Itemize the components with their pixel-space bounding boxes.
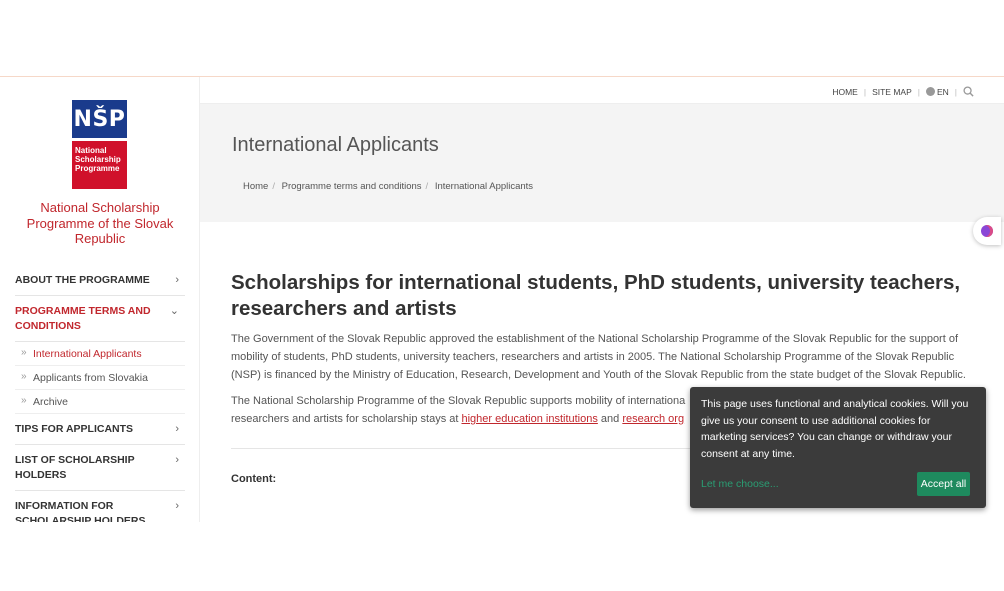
logo-text: National Scholarship Programme (72, 141, 127, 189)
home-link[interactable]: HOME (832, 87, 858, 97)
chevron-right-icon: › (175, 454, 179, 466)
nav-item-terms[interactable]: PROGRAMME TERMS AND CONDITIONS ⌄ (15, 296, 185, 342)
breadcrumb-current: International Applicants (434, 181, 534, 192)
chevron-right-icon: › (175, 423, 179, 435)
globe-icon (925, 86, 935, 96)
accessibility-widget[interactable] (973, 217, 1001, 245)
bullet-icon: » (21, 371, 27, 382)
subnav-archive[interactable]: » Archive (15, 390, 185, 414)
sitemap-link[interactable]: SITE MAP (872, 87, 912, 97)
cookie-banner: This page uses functional and analytical… (690, 387, 986, 508)
subnav-international-applicants[interactable]: » International Applicants (15, 342, 185, 366)
chevron-right-icon: › (175, 274, 179, 286)
top-bar: HOME | SITE MAP | EN | (200, 77, 1004, 104)
cookie-choose-link[interactable]: Let me choose... (701, 478, 779, 490)
bullet-icon: » (21, 347, 27, 358)
accept-all-button[interactable]: Accept all (917, 472, 970, 496)
article-title: Scholarships for international students,… (231, 271, 961, 320)
nav-item-tips[interactable]: TIPS FOR APPLICANTS › (15, 414, 185, 445)
nav-item-list[interactable]: LIST OF SCHOLARSHIP HOLDERS › (15, 445, 185, 491)
sidebar: NŠP National Scholarship Programme Natio… (0, 77, 200, 522)
language-switch[interactable]: EN (925, 86, 949, 97)
nsp-logo[interactable]: NŠP National Scholarship Programme (72, 100, 127, 189)
breadcrumb: Home / Programme terms and conditions / In… (243, 181, 534, 192)
browser-viewport: NŠP National Scholarship Programme Natio… (0, 76, 1004, 522)
org-name[interactable]: National Scholarship Programme of the Sl… (14, 200, 186, 247)
page-header: International Applicants Home / Programme… (200, 104, 1004, 222)
search-icon[interactable] (963, 86, 974, 97)
logo-mark: NŠP (72, 100, 127, 138)
intro-paragraph: The Government of the Slovak Republic ap… (231, 333, 966, 381)
chevron-right-icon: › (175, 500, 179, 512)
page-title: International Applicants (232, 134, 439, 156)
breadcrumb-terms[interactable]: Programme terms and conditions (282, 181, 422, 192)
cookie-text: This page uses functional and analytical… (701, 398, 969, 460)
divider (231, 448, 701, 449)
breadcrumb-home[interactable]: Home (243, 181, 268, 192)
nav-item-about[interactable]: ABOUT THE PROGRAMME › (15, 265, 185, 296)
brain-icon (981, 225, 993, 237)
sidebar-nav: ABOUT THE PROGRAMME › PROGRAMME TERMS AND… (15, 265, 185, 522)
subnav-applicants-slovakia[interactable]: » Applicants from Slovakia (15, 366, 185, 390)
link-research-org[interactable]: research org (622, 413, 684, 425)
chevron-down-icon: ⌄ (169, 305, 179, 317)
top-links: HOME | SITE MAP | EN | (832, 86, 974, 97)
link-higher-education[interactable]: higher education institutions (461, 413, 597, 425)
nav-item-info[interactable]: INFORMATION FOR SCHOLARSHIP HOLDERS › (15, 491, 185, 522)
bullet-icon: » (21, 395, 27, 406)
